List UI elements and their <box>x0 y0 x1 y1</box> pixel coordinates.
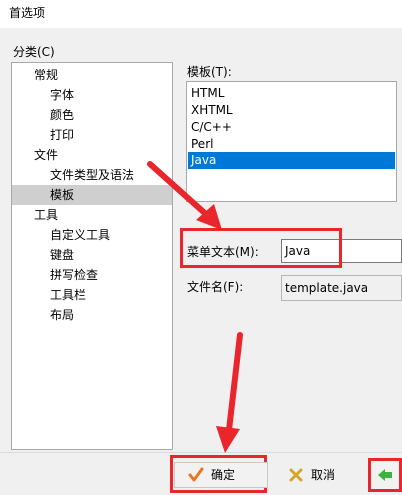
arrow-to-menu-text <box>147 161 222 230</box>
arrow-to-ok-button <box>216 332 243 453</box>
annotation-arrows <box>147 161 243 453</box>
